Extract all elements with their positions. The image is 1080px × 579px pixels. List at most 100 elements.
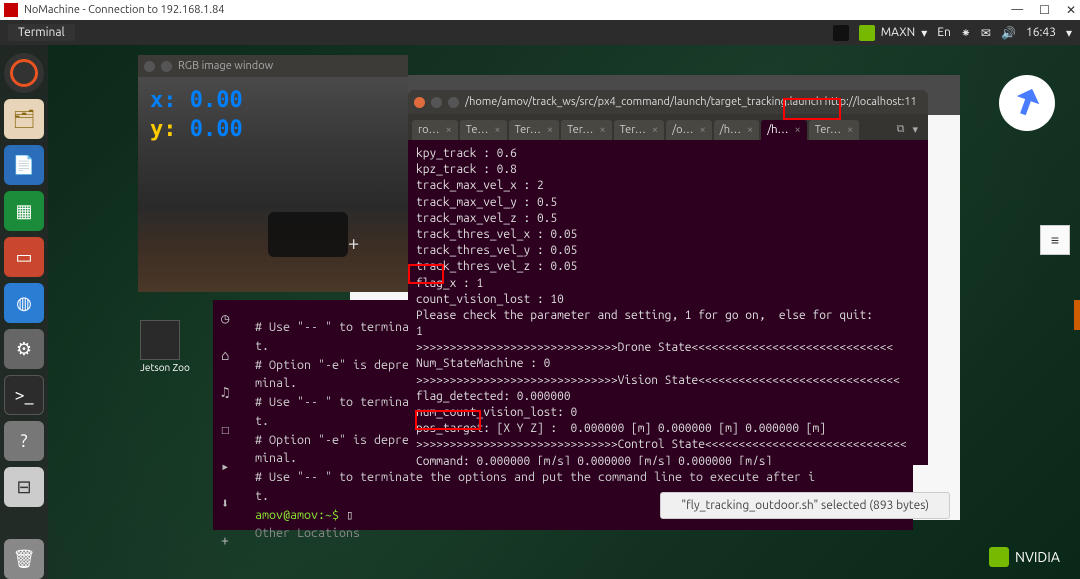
files-icon[interactable]: 🗂	[4, 99, 44, 139]
downloads-icon[interactable]: ⬇	[221, 493, 229, 514]
terminal-tab[interactable]: Ter… ×	[561, 120, 612, 140]
nvidia-swirl-icon	[989, 547, 1009, 567]
close-button[interactable]: ✕	[1066, 3, 1076, 17]
recent-icon[interactable]: ◷	[221, 308, 229, 329]
calc-icon[interactable]: ▦	[4, 191, 44, 231]
mt-max-icon[interactable]	[448, 97, 459, 108]
mt-min-icon[interactable]	[431, 97, 442, 108]
power-mode-label: MAXN	[881, 26, 916, 39]
rgb-close-icon[interactable]	[144, 61, 155, 72]
tab-label: ro…	[418, 124, 440, 136]
mail-icon[interactable]: ✉	[981, 26, 991, 40]
tab-label: Ter…	[815, 124, 841, 136]
terminal-tab[interactable]: ro… ×	[412, 120, 458, 140]
nomachine-icon	[4, 3, 18, 17]
tab-close-icon[interactable]: ×	[747, 124, 753, 136]
tab-label: /o…	[672, 124, 693, 136]
clock[interactable]: 16:43	[1026, 26, 1056, 39]
tab-close-icon[interactable]: ×	[446, 124, 452, 136]
tab-close-icon[interactable]: ×	[599, 124, 605, 136]
tab-label: /h…	[767, 124, 788, 136]
ubuntu-launcher: 🗂 📄 ▦ ▭ ◍ ⚙ >_ ? ⊟ 🗑	[0, 45, 48, 579]
file-selection-status: "fly_tracking_outdoor.sh" selected (893 …	[660, 492, 950, 519]
window-title: NoMachine - Connection to 192.168.1.84	[24, 4, 225, 16]
tab-close-icon[interactable]: ×	[847, 124, 853, 136]
impress-icon[interactable]: ▭	[4, 237, 44, 277]
overlay-x-label: x:	[150, 88, 177, 113]
disk-icon[interactable]: ⊟	[4, 467, 44, 507]
terminal-tab[interactable]: Te… ×	[460, 120, 507, 140]
floating-app-icon[interactable]	[999, 75, 1055, 131]
terminal-icon[interactable]: >_	[4, 375, 44, 415]
terminal-tab[interactable]: Ter… ×	[509, 120, 560, 140]
tab-label: /h…	[720, 124, 741, 136]
chevron-down-icon: ▾	[921, 26, 927, 40]
cursor: ▯	[346, 508, 354, 522]
tab-close-icon[interactable]: ×	[547, 124, 553, 136]
terminal-tab[interactable]: /o… ×	[666, 120, 712, 140]
fm-sidebar-tab	[1074, 300, 1080, 330]
highlight-input-1	[408, 264, 444, 284]
mt-title: /home/amov/track_ws/src/px4_command/laun…	[465, 96, 922, 108]
jetson-zoo-shortcut[interactable]: Jetson Zoo	[140, 320, 190, 373]
tab-close-icon[interactable]: ×	[795, 124, 801, 136]
rgb-overlay: x: 0.00 y: 0.00	[150, 87, 243, 144]
power-mode-indicator[interactable]: MAXN ▾	[859, 25, 928, 41]
music-icon[interactable]: ♫	[221, 382, 229, 403]
nomachine-titlebar: NoMachine - Connection to 192.168.1.84 —…	[0, 0, 1080, 20]
window-controls: — ☐ ✕	[1011, 3, 1076, 17]
language-indicator[interactable]: En	[937, 26, 951, 39]
system-menu-icon[interactable]: ▾	[1066, 26, 1072, 40]
volume-icon[interactable]: 🔊	[1001, 26, 1016, 40]
terminal-tab[interactable]: /h… ×	[761, 120, 807, 140]
nvidia-icon	[859, 25, 875, 41]
maximize-button[interactable]: ☐	[1039, 3, 1050, 17]
mt-close-icon[interactable]	[414, 97, 425, 108]
highlight-tab	[783, 98, 841, 120]
overlay-y-label: y:	[150, 117, 177, 142]
home-icon[interactable]: ⌂	[221, 345, 229, 366]
tab-label: Te…	[466, 124, 489, 136]
panel-system-icon[interactable]	[833, 25, 849, 41]
nvidia-logo: NVIDIA	[989, 547, 1060, 567]
rgb-image-window[interactable]: RGB image window x: 0.00 y: 0.00 +	[138, 55, 408, 292]
jetson-zoo-label: Jetson Zoo	[140, 362, 190, 373]
settings-icon[interactable]: ⚙	[4, 329, 44, 369]
terminal-tab[interactable]: Ter… ×	[809, 120, 860, 140]
tab-label: Ter…	[567, 124, 593, 136]
other-locations-label[interactable]: Other Locations	[255, 526, 360, 540]
rgb-window-titlebar[interactable]: RGB image window	[138, 55, 408, 77]
terminal-tab[interactable]: /h… ×	[714, 120, 760, 140]
terminal-tabs: ro…×Te…×Ter…×Ter…×Ter…×/o…×/h…×/h…×Ter…×…	[408, 114, 928, 140]
gnome-top-panel: Terminal MAXN ▾ En ⁕ ✉ 🔊 16:43 ▾	[0, 20, 1080, 45]
crosshair-icon: +	[348, 231, 359, 254]
app-icon[interactable]: ◍	[4, 283, 44, 323]
hamburger-menu-icon[interactable]: ≡	[1040, 225, 1070, 255]
terminal-output[interactable]: kpy_track : 0.6 kpz_track : 0.8 track_ma…	[408, 140, 928, 465]
help-icon[interactable]: ?	[4, 421, 44, 461]
add-location-icon[interactable]: +	[221, 530, 229, 551]
main-terminal-window[interactable]: /home/amov/track_ws/src/px4_command/laun…	[408, 90, 928, 465]
videos-icon[interactable]: ▸	[221, 456, 229, 477]
minimize-button[interactable]: —	[1011, 3, 1023, 17]
terminal-tab[interactable]: Ter…×	[614, 120, 665, 140]
remote-desktop: Terminal MAXN ▾ En ⁕ ✉ 🔊 16:43 ▾ 🗂 📄 ▦ ▭…	[0, 20, 1080, 579]
bluetooth-icon[interactable]: ⁕	[961, 26, 971, 40]
writer-icon[interactable]: 📄	[4, 145, 44, 185]
pictures-icon[interactable]: ☐	[221, 419, 229, 440]
highlight-input-777	[415, 410, 481, 430]
tab-close-icon[interactable]: ×	[652, 124, 658, 136]
tab-label: Ter…	[515, 124, 541, 136]
activities-icon[interactable]	[4, 53, 44, 93]
tab-dropdown-icon[interactable]: ⧉	[897, 123, 905, 136]
main-terminal-titlebar[interactable]: /home/amov/track_ws/src/px4_command/laun…	[408, 90, 928, 114]
tab-close-icon[interactable]: ×	[699, 124, 705, 136]
shell-prompt: amov@amov:~$	[255, 508, 346, 522]
nvidia-label: NVIDIA	[1015, 549, 1060, 565]
rgb-min-icon[interactable]	[161, 61, 172, 72]
trash-icon[interactable]: 🗑	[4, 539, 44, 579]
rgb-window-title: RGB image window	[178, 60, 273, 72]
tab-close-icon[interactable]: ×	[494, 124, 500, 136]
tab-menu-icon[interactable]: ▾	[912, 123, 918, 136]
activities[interactable]: Terminal	[8, 24, 75, 41]
